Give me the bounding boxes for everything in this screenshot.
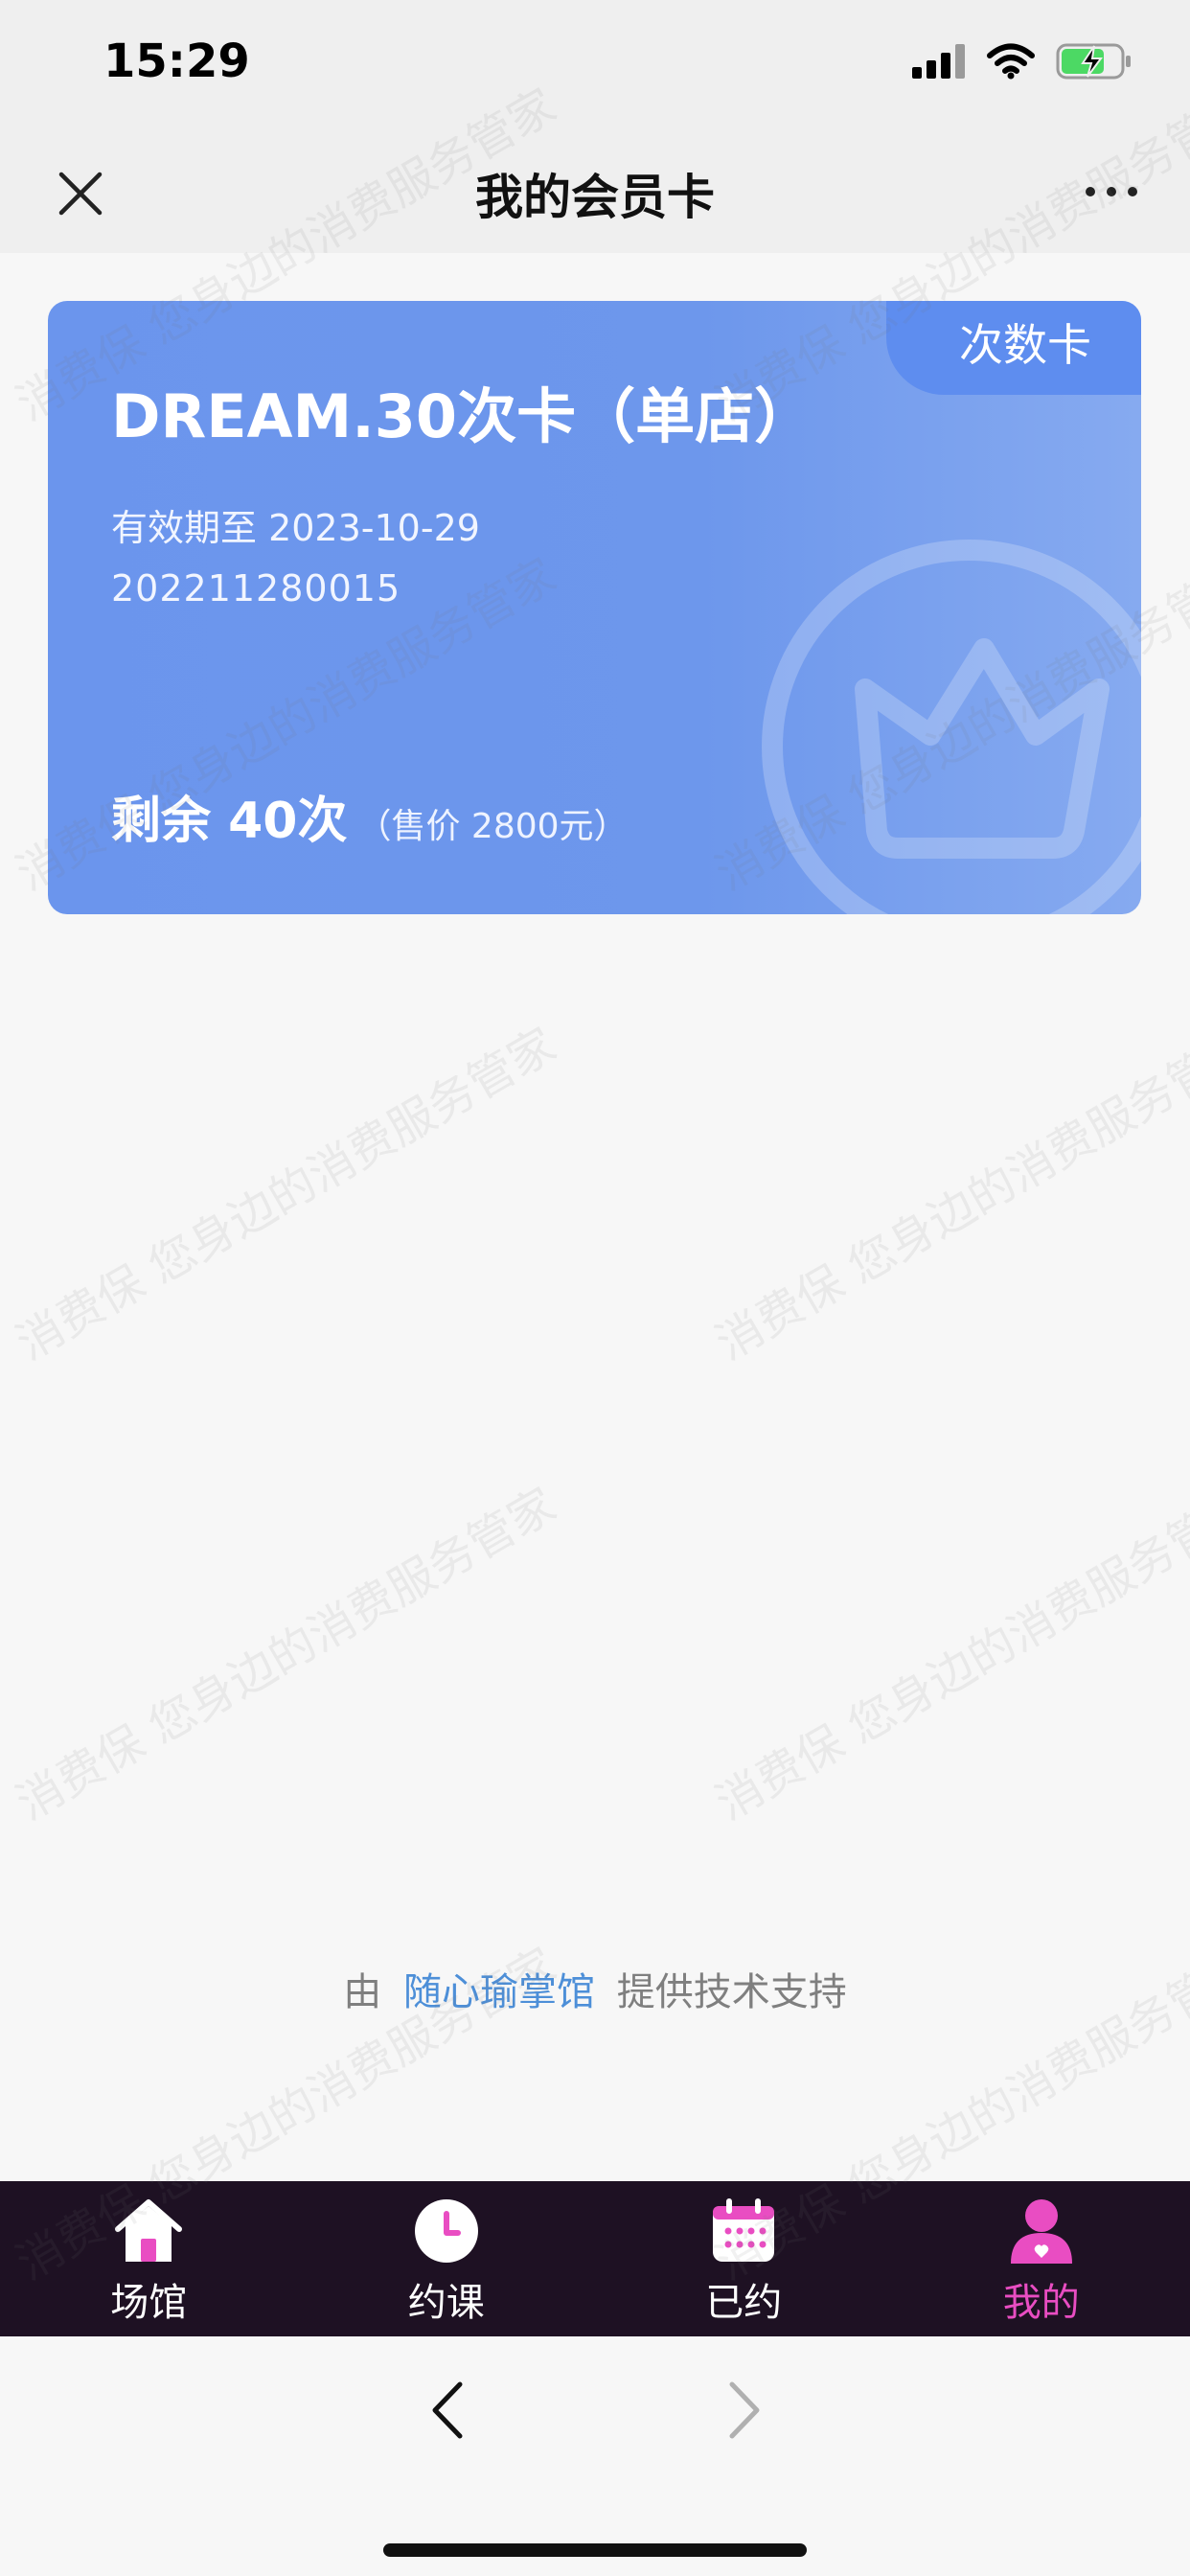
battery-charging-icon bbox=[1056, 43, 1131, 80]
tab-label: 约课 bbox=[407, 2281, 485, 2325]
watermark-text: 消费保 您身边的消费服务管家 bbox=[707, 1018, 1190, 1370]
crown-icon bbox=[762, 540, 1141, 914]
back-arrow-icon[interactable] bbox=[422, 2377, 479, 2444]
watermark-text: 消费保 您身边的消费服务管家 bbox=[707, 1478, 1190, 1830]
tab-label: 我的 bbox=[1002, 2281, 1080, 2325]
status-time: 15:29 bbox=[103, 34, 250, 88]
tab-venue[interactable]: 场馆 bbox=[0, 2181, 298, 2336]
tab-book-class[interactable]: 约课 bbox=[298, 2181, 596, 2336]
membership-card[interactable]: 次数卡 DREAM.30次卡（单店） 有效期至 2023-10-29 20221… bbox=[48, 301, 1141, 914]
status-icons bbox=[912, 42, 1133, 80]
card-number: 202211280015 bbox=[111, 567, 401, 610]
status-bar: 15:29 bbox=[0, 0, 1190, 134]
watermark-text: 消费保 您身边的消费服务管家 bbox=[8, 1478, 565, 1830]
tab-mine[interactable]: 我的 bbox=[893, 2181, 1190, 2336]
card-name: DREAM.30次卡（单店） bbox=[111, 381, 814, 451]
credit-prefix: 由 bbox=[343, 1970, 382, 2014]
tab-label: 已约 bbox=[705, 2281, 783, 2325]
watermark-text: 消费保 您身边的消费服务管家 bbox=[8, 1018, 565, 1370]
browser-nav bbox=[0, 2336, 1190, 2576]
wifi-icon bbox=[987, 43, 1035, 80]
credit-suffix: 提供技术支持 bbox=[616, 1970, 847, 2014]
nav-bar: 我的会员卡 bbox=[0, 134, 1190, 253]
card-remaining-row: 剩余 40次 （售价 2800元） bbox=[111, 780, 629, 852]
tab-label: 场馆 bbox=[110, 2281, 188, 2325]
signal-icon bbox=[912, 44, 965, 79]
clock-icon bbox=[414, 2199, 478, 2263]
home-indicator bbox=[383, 2543, 807, 2557]
calendar-icon bbox=[713, 2198, 775, 2262]
credit-brand-link[interactable]: 随心瑜掌馆 bbox=[403, 1970, 595, 2014]
tech-support-credit: 由 随心瑜掌馆 提供技术支持 bbox=[0, 1961, 1190, 2016]
card-price: （售价 2800元） bbox=[356, 807, 629, 846]
user-icon bbox=[1010, 2199, 1072, 2264]
forward-arrow-icon[interactable] bbox=[713, 2377, 770, 2444]
page-title: 我的会员卡 bbox=[475, 170, 715, 225]
more-icon[interactable] bbox=[1083, 172, 1140, 211]
card-type-badge: 次数卡 bbox=[886, 301, 1141, 395]
tab-booked[interactable]: 已约 bbox=[595, 2181, 893, 2336]
card-validity: 有效期至 2023-10-29 bbox=[111, 507, 480, 549]
home-icon bbox=[115, 2199, 183, 2262]
card-remaining: 剩余 40次 bbox=[111, 793, 348, 850]
tab-bar: 场馆 约课 已约 我的 bbox=[0, 2181, 1190, 2336]
